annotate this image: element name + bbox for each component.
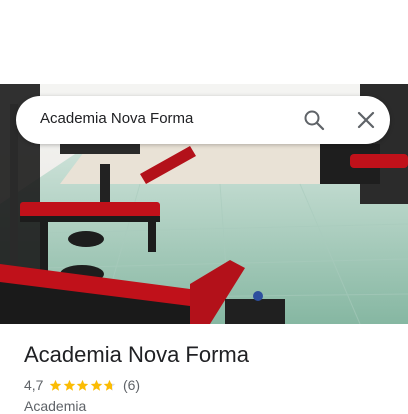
top-blank-area — [0, 0, 408, 84]
search-icon[interactable] — [302, 108, 326, 132]
star-icon — [104, 379, 116, 391]
rating-row[interactable]: 4,7 (6) — [24, 376, 140, 394]
search-input[interactable]: Academia Nova Forma — [40, 110, 193, 127]
star-icon — [77, 379, 89, 391]
star-icon — [63, 379, 76, 391]
star-icon — [50, 379, 62, 391]
rating-value: 4,7 — [24, 377, 44, 393]
close-icon[interactable] — [354, 108, 378, 132]
place-category: Academia — [24, 398, 87, 414]
search-bar[interactable]: Academia Nova Forma — [16, 96, 390, 144]
rating-stars — [49, 379, 117, 392]
review-count[interactable]: (6) — [123, 377, 140, 393]
star-icon — [90, 379, 103, 391]
place-name[interactable]: Academia Nova Forma — [24, 342, 249, 368]
place-details-panel: Academia Nova Forma 4,7 (6) Academia — [0, 324, 408, 414]
